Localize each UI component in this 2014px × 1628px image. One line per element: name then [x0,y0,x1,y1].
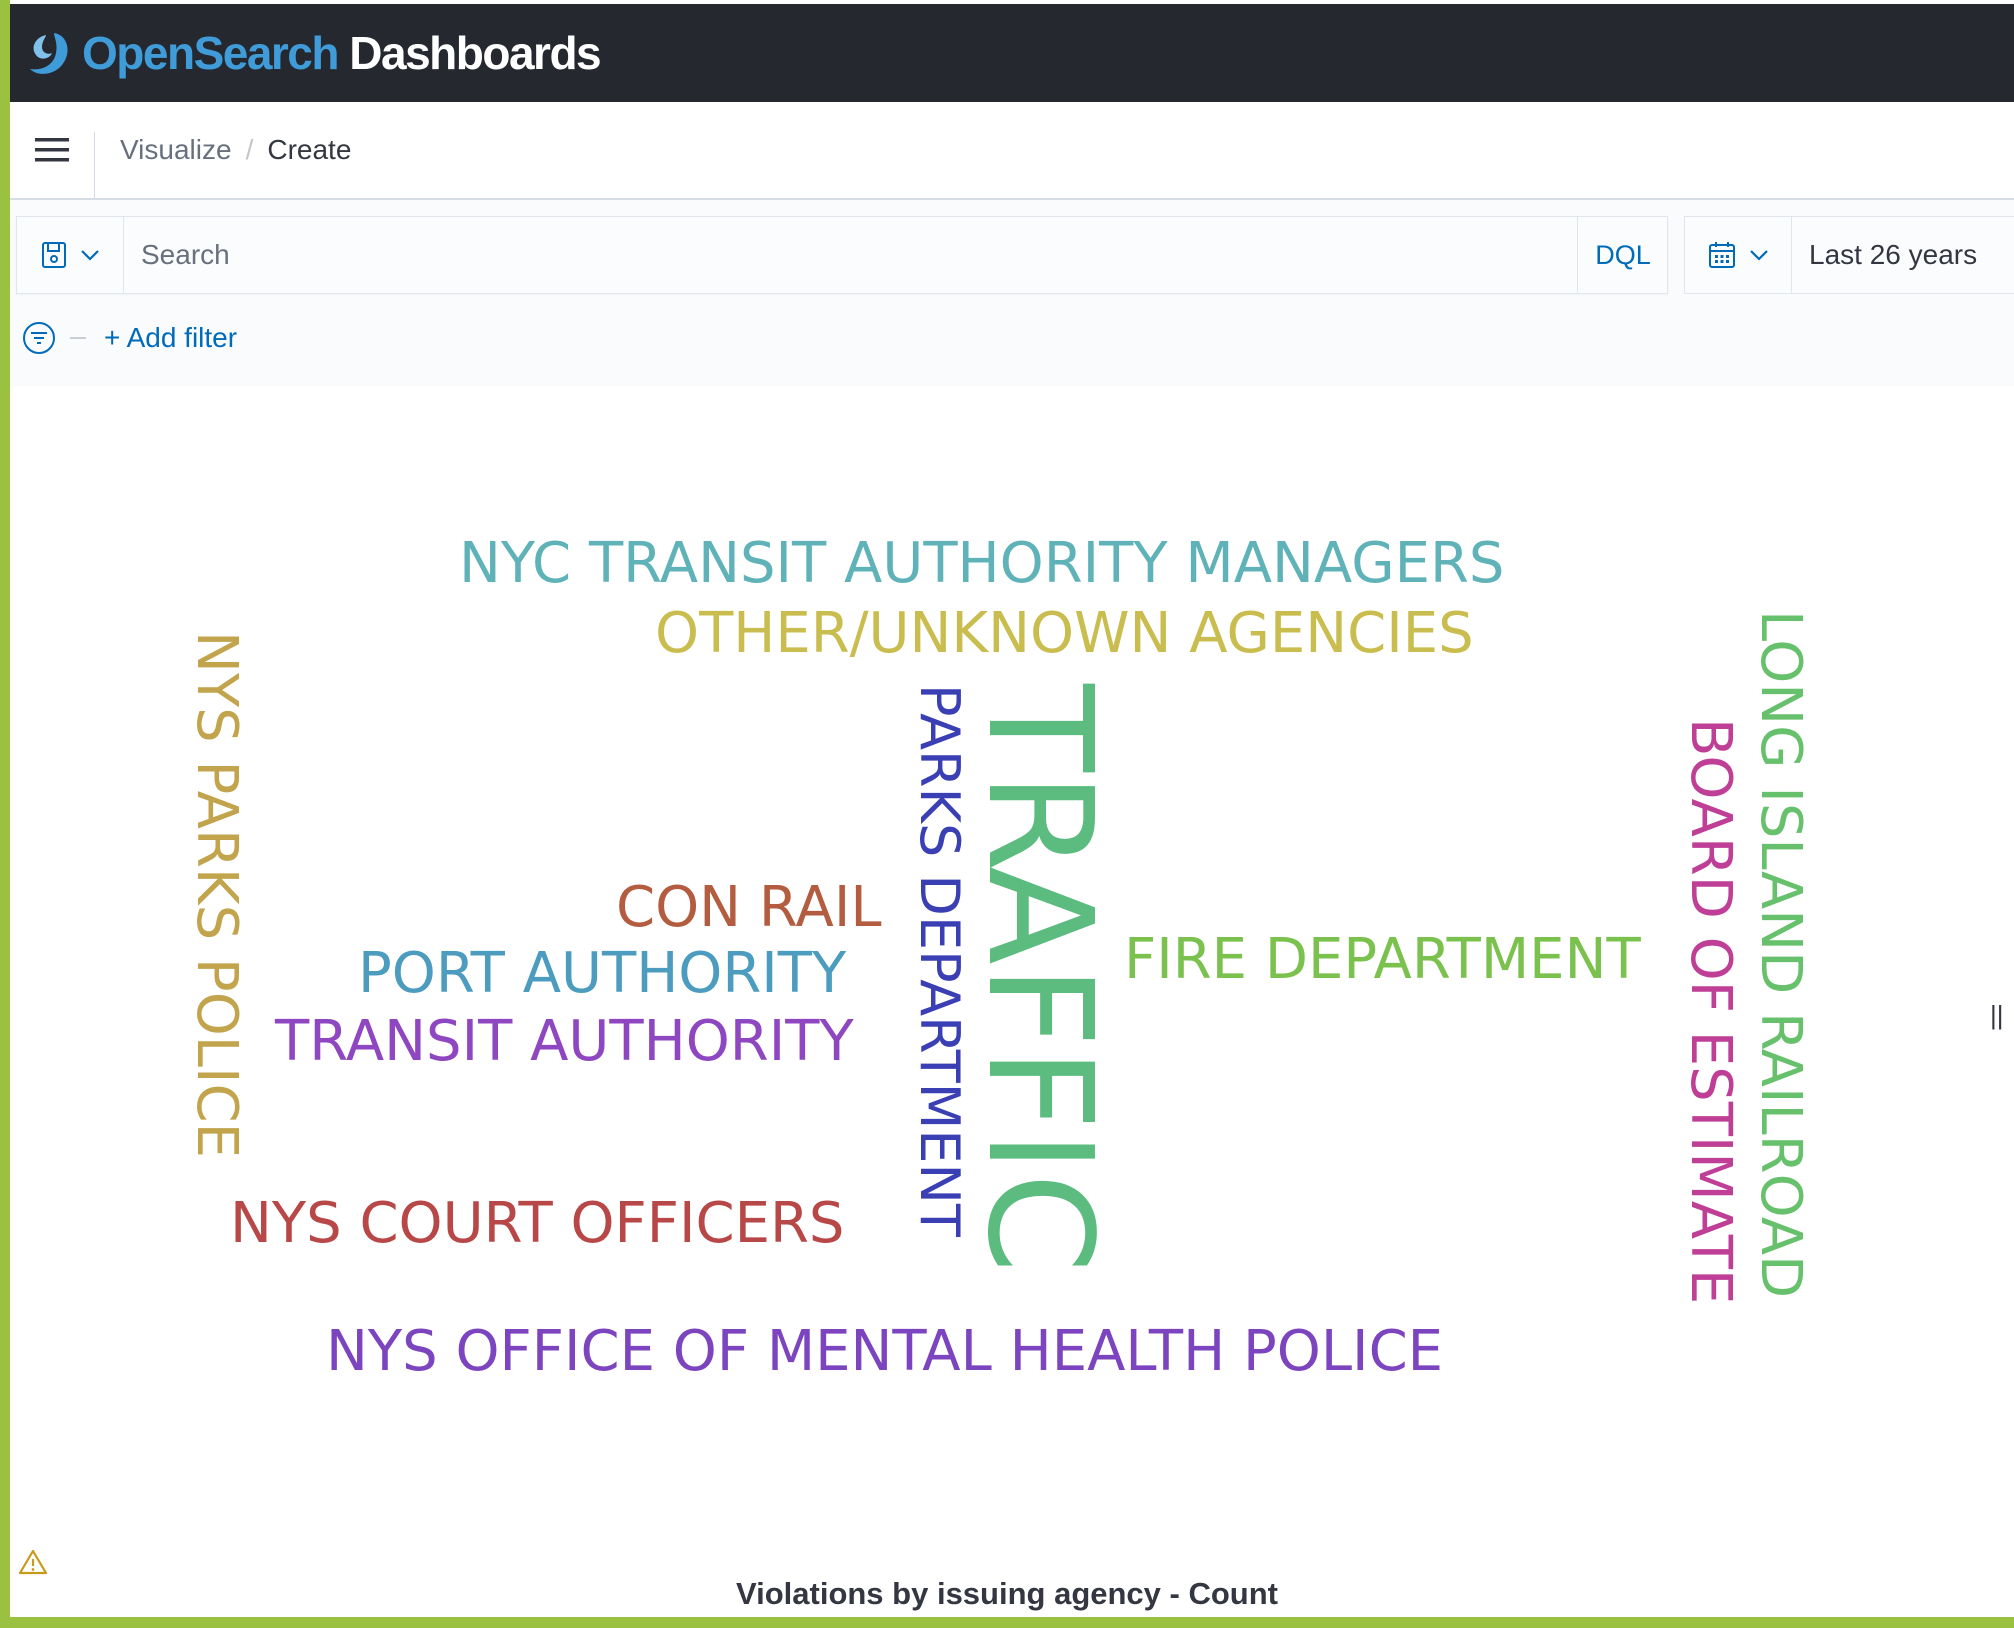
app-name: OpenSearch Dashboards [82,27,602,79]
breadcrumb-visualize[interactable]: Visualize [120,134,232,166]
hamburger-menu-icon [35,138,69,162]
breadcrumb-create: Create [267,134,352,165]
logo-text-open: Open [82,27,195,79]
query-language-button[interactable]: DQL [1577,217,1668,293]
tag-cloud-word[interactable]: FIRE DEPARTMENT [1124,932,1641,988]
chevron-down-icon [1750,250,1768,261]
logo-text-dashboards: Dashboards [338,27,601,79]
menu-button[interactable] [10,102,94,198]
header-bar: Visualize / Create [10,102,2014,200]
tag-cloud-word[interactable]: NYS COURT OFFICERS [230,1196,844,1252]
search-input[interactable] [125,217,1565,293]
window-edge-left [0,0,10,1628]
quick-date-button[interactable] [1685,217,1792,293]
warning-triangle-icon[interactable] [18,1548,48,1576]
tag-cloud-word[interactable]: TRAFFIC [956,684,1124,1273]
date-range-display[interactable]: Last 26 years [1809,217,1977,293]
panel-resize-handle[interactable]: || [1990,1000,2004,1031]
window-edge-bottom [0,1617,2014,1628]
tag-cloud-word[interactable]: BOARD OF ESTIMATE [1678,718,1743,1304]
tag-cloud-word[interactable]: NYS OFFICE OF MENTAL HEALTH POLICE [326,1324,1443,1380]
filter-icon[interactable] [22,321,56,355]
add-filter-button[interactable]: + Add filter [104,322,237,354]
breadcrumb: Visualize / Create [120,102,351,198]
save-disk-icon [42,242,66,268]
filter-divider [70,337,86,339]
tag-cloud-word[interactable]: LONG ISLAND RAILROAD [1748,610,1813,1298]
chevron-down-icon [81,250,99,261]
filter-bar: + Add filter [22,310,237,366]
tag-cloud-word[interactable]: CON RAIL [616,880,882,936]
app-logo[interactable]: OpenSearch Dashboards [24,25,602,81]
search-bar: DQL [16,216,1668,294]
breadcrumb-separator: / [245,134,254,165]
tag-cloud-word[interactable]: TRANSIT AUTHORITY [275,1014,854,1070]
tag-cloud-word[interactable]: NYC TRANSIT AUTHORITY MANAGERS [459,536,1504,592]
header-divider [94,132,95,198]
tag-cloud-word[interactable]: PORT AUTHORITY [358,946,846,1002]
calendar-icon [1709,242,1735,268]
query-bar: DQL Last 26 years + Add filter [10,200,2014,386]
tag-cloud-word[interactable]: OTHER/UNKNOWN AGENCIES [655,606,1474,662]
top-navigation-bar: OpenSearch Dashboards [10,4,2014,102]
saved-query-button[interactable] [17,217,124,293]
visualization-title: Violations by issuing agency - Count [735,1576,1278,1611]
tag-cloud-word[interactable]: NYS PARKS POLICE [184,631,249,1158]
tag-cloud-panel: NYC TRANSIT AUTHORITY MANAGERS OTHER/UNK… [12,386,1992,1617]
date-picker: Last 26 years [1684,216,2014,294]
logo-text-search: Search [193,27,340,79]
opensearch-logo-icon [30,33,68,74]
